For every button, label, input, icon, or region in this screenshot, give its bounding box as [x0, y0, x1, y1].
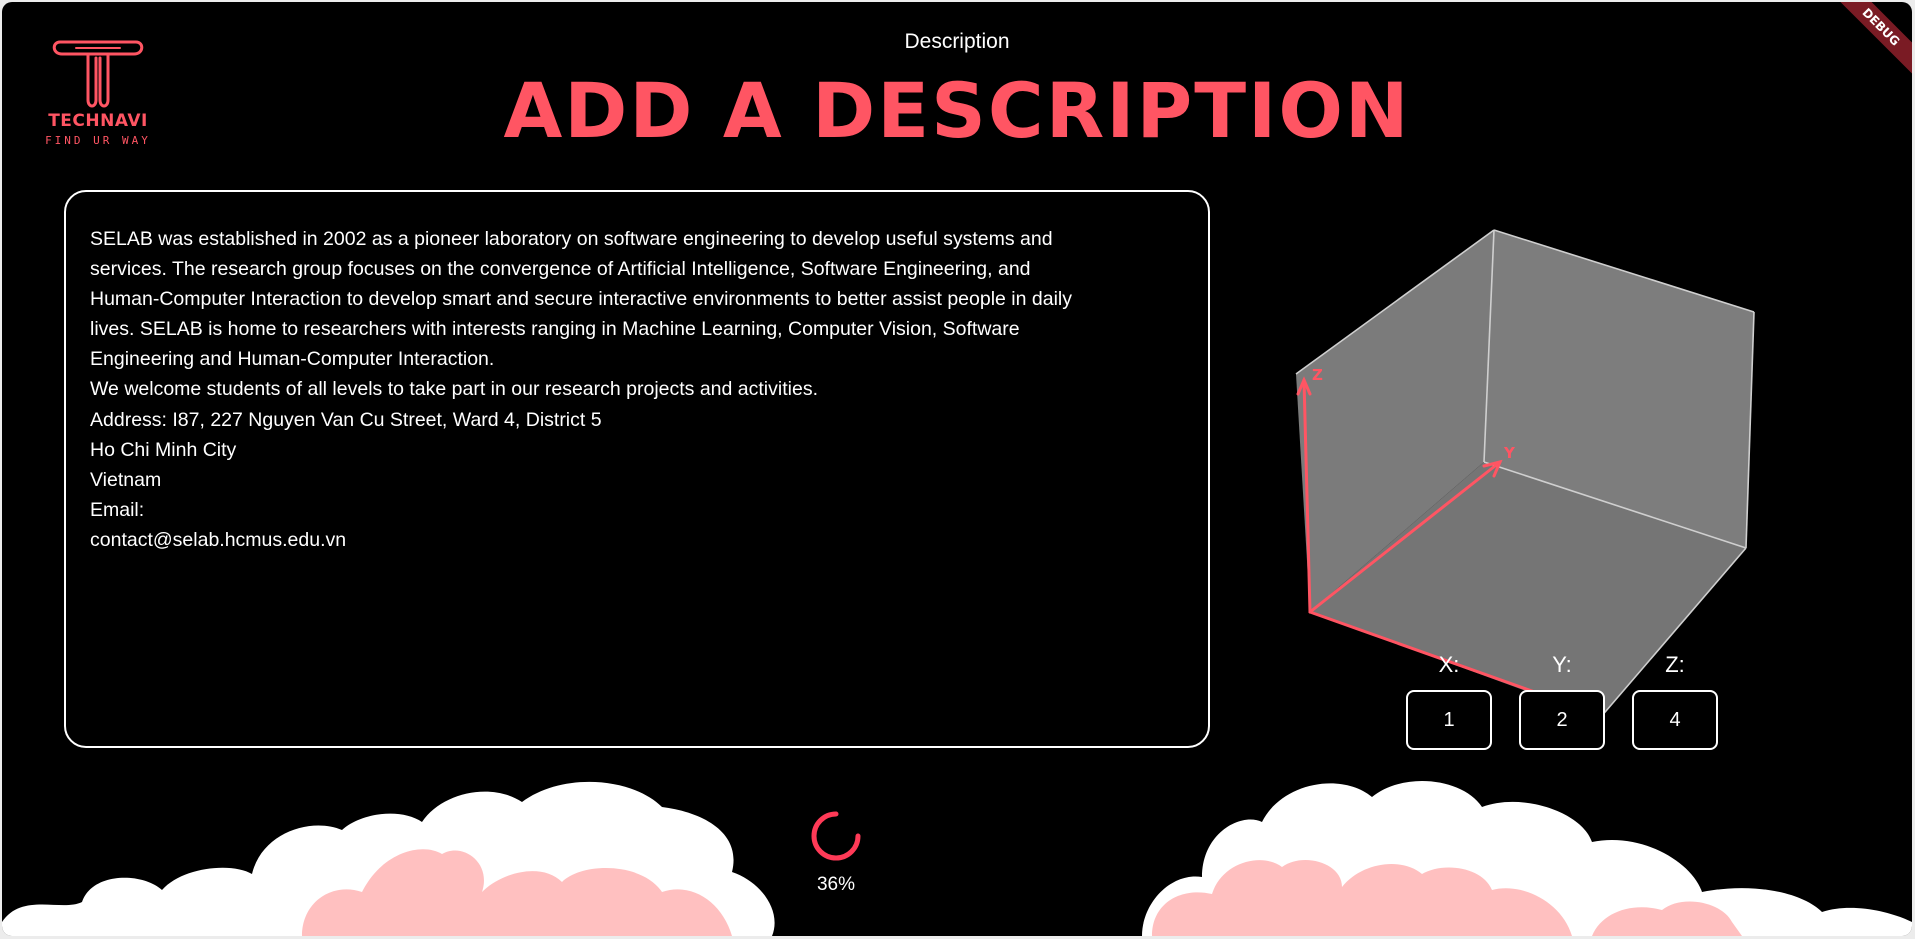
coord-z-label: Z:	[1665, 652, 1685, 677]
app-window: TECHNAVI FIND UR WAY Description ADD A D…	[2, 2, 1912, 936]
coord-z-input[interactable]	[1632, 690, 1718, 750]
loading-spinner	[811, 811, 861, 861]
coord-y-input[interactable]	[1519, 690, 1605, 750]
page-title: ADD A DESCRIPTION	[503, 66, 1411, 155]
axis-z-label: Z	[1312, 366, 1323, 384]
coord-x-label: X:	[1438, 652, 1460, 677]
axis-y-label: Y	[1503, 444, 1516, 462]
progress-percent: 36%	[816, 874, 856, 895]
coord-x-input[interactable]	[1406, 690, 1492, 750]
cloud-decoration	[2, 780, 1912, 936]
coord-y-label: Y:	[1552, 652, 1572, 677]
page-label: Description	[904, 30, 1010, 53]
description-textarea[interactable]: SELAB was established in 2002 as a pione…	[64, 190, 1210, 748]
